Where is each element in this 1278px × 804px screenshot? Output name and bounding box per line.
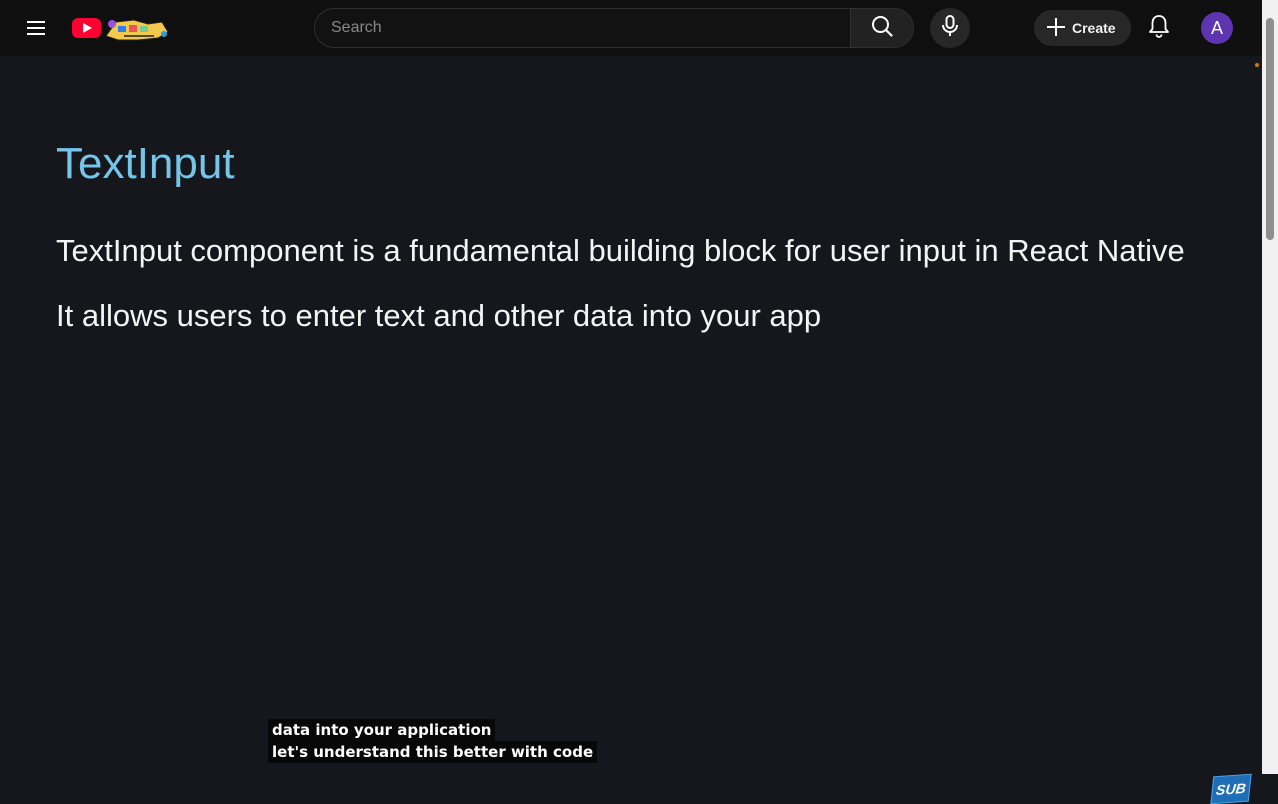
notification-dot [1255,63,1259,67]
bell-icon [1148,14,1170,43]
caption-line-1: data into your application [268,719,496,741]
subscribe-watermark[interactable]: SUB [1210,773,1252,804]
plus-icon [1046,17,1066,40]
page-scrollbar[interactable] [1262,0,1278,774]
scrollbar-thumb[interactable] [1266,18,1274,240]
slide-paragraph-2: It allows users to enter text and other … [56,298,822,333]
create-button[interactable]: Create [1034,10,1131,46]
slide-heading: TextInput [56,139,235,188]
youtube-logo[interactable] [72,14,170,42]
voice-search-button[interactable] [930,8,970,48]
search-input[interactable] [315,9,851,47]
create-label: Create [1072,20,1116,36]
top-bar: Create A [0,0,1262,56]
search-icon [870,14,894,43]
search-button[interactable] [850,9,913,47]
video-frame[interactable]: TextInput TextInput component is a funda… [0,56,1262,804]
menu-icon[interactable] [20,12,52,44]
avatar[interactable]: A [1201,12,1233,44]
caption-line-2: let's understand this better with code [268,741,598,763]
microphone-icon [940,14,960,42]
search-box [314,8,914,48]
notifications-button[interactable] [1142,11,1176,45]
captions: data into your application let's underst… [268,719,598,763]
slide-paragraph-1: TextInput component is a fundamental bui… [56,233,1185,268]
